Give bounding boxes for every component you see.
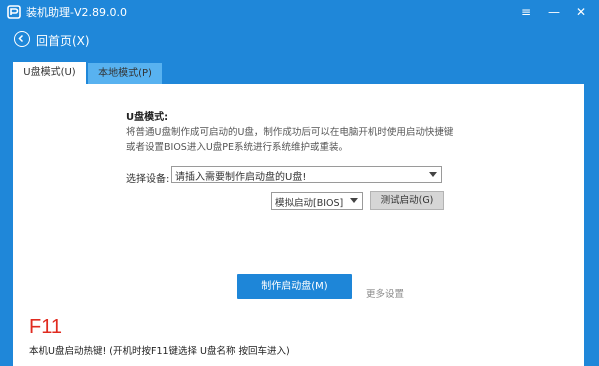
- tab-usb-mode[interactable]: U盘模式(U): [13, 62, 86, 85]
- app-title: 装机助理-V2.89.0.0: [26, 6, 127, 19]
- back-arrow-icon: [14, 31, 30, 47]
- back-home-label: 回首页(X): [36, 34, 90, 48]
- device-select-value: 请插入需要制作启动盘的U盘!: [175, 172, 307, 183]
- simulate-boot-value: 模拟启动[BIOS]: [275, 198, 344, 209]
- chevron-down-icon: [350, 198, 358, 203]
- simulate-boot-select[interactable]: 模拟启动[BIOS]: [271, 192, 363, 210]
- app-logo-icon: [7, 5, 21, 19]
- test-boot-button[interactable]: 测试启动(G): [370, 191, 444, 210]
- close-icon[interactable]: ✕: [572, 3, 590, 21]
- title-bar: 装机助理-V2.89.0.0 ≡ — ✕: [0, 0, 599, 24]
- usb-mode-panel: U盘模式: 将普通U盘制作成可启动的U盘，制作成功后可以在电脑开机时使用启动快捷…: [13, 84, 584, 366]
- chevron-down-icon: [429, 172, 437, 177]
- more-settings-link[interactable]: 更多设置: [366, 286, 404, 300]
- usb-mode-title: U盘模式:: [126, 112, 169, 123]
- menu-icon[interactable]: ≡: [517, 3, 535, 21]
- tab-local-mode[interactable]: 本地模式(P): [88, 63, 162, 84]
- usb-mode-description: 将普通U盘制作成可启动的U盘，制作成功后可以在电脑开机时使用启动快捷键或者设置B…: [126, 127, 454, 153]
- hotkey-description: 本机U盘启动热键! (开机时按F11键选择 U盘名称 按回车进入): [29, 346, 290, 357]
- minimize-icon[interactable]: —: [545, 3, 563, 21]
- hotkey-label: F11: [29, 316, 62, 338]
- device-label: 选择设备:: [126, 174, 170, 185]
- make-boot-disk-button[interactable]: 制作启动盘(M): [237, 274, 352, 299]
- device-select[interactable]: 请插入需要制作启动盘的U盘!: [171, 166, 442, 183]
